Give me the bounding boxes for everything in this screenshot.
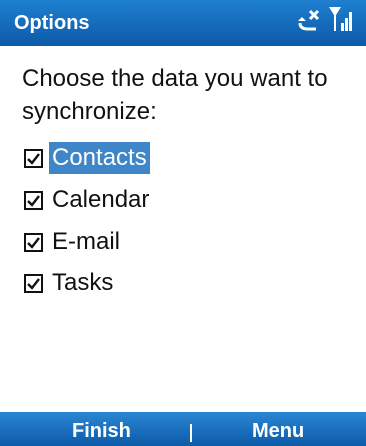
option-label: Tasks	[52, 269, 114, 296]
check-icon	[27, 236, 40, 249]
check-icon	[27, 277, 40, 290]
menu-softkey[interactable]: Menu	[252, 419, 304, 443]
signal-strength-icon	[328, 5, 354, 38]
sync-error-icon	[296, 9, 324, 38]
content-area: Choose the data you want to synchronize:…	[0, 46, 366, 412]
option-label: E-mail	[52, 228, 121, 255]
sync-prompt: Choose the data you want to synchronize:	[22, 65, 328, 125]
checkbox-tasks[interactable]	[24, 273, 43, 293]
finish-softkey[interactable]: Finish	[72, 419, 131, 443]
status-icons	[296, 5, 354, 38]
title-bar: Options	[0, 0, 366, 46]
option-calendar[interactable]: Calendar	[24, 184, 152, 216]
option-email[interactable]: E-mail	[24, 226, 123, 258]
checkbox-email[interactable]	[24, 232, 43, 252]
softkey-divider	[190, 424, 192, 442]
option-contacts[interactable]: Contacts	[24, 142, 150, 174]
check-icon	[27, 152, 40, 165]
option-label: Contacts	[49, 142, 150, 174]
option-tasks[interactable]: Tasks	[24, 267, 116, 299]
softkey-bar: Finish Menu	[0, 412, 366, 446]
option-label: Calendar	[52, 186, 150, 213]
page-title: Options	[14, 12, 90, 34]
checkbox-contacts[interactable]	[24, 148, 43, 168]
check-icon	[27, 194, 40, 207]
checkbox-calendar[interactable]	[24, 190, 43, 210]
